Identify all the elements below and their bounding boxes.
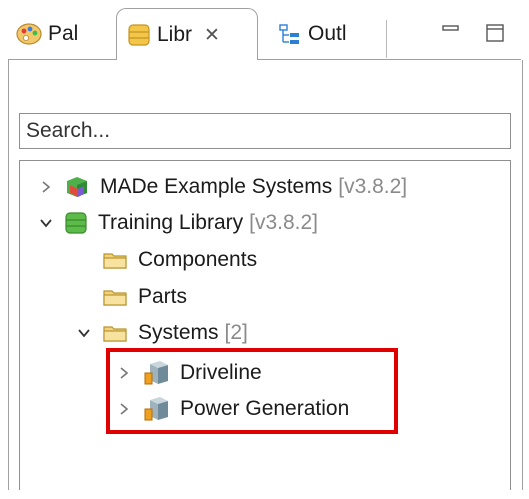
- tree-item-systems[interactable]: Systems [2]: [74, 316, 248, 350]
- tree-item-components[interactable]: Components: [102, 243, 257, 277]
- example-systems-icon: [64, 175, 90, 199]
- outline-icon: [278, 22, 302, 46]
- minimize-icon[interactable]: [440, 22, 462, 44]
- tab-palette[interactable]: Pal: [12, 8, 114, 60]
- chevron-right-icon[interactable]: [114, 399, 134, 419]
- tree-item-label: Components: [138, 248, 258, 271]
- chevron-down-icon[interactable]: [36, 213, 56, 233]
- tree-item-power-generation[interactable]: Power Generation: [114, 392, 349, 426]
- version-label: [v3.8.2]: [249, 211, 319, 234]
- palette-icon: [16, 22, 42, 46]
- view-tab-bar: Pal Libr ✕ Outl: [8, 8, 521, 61]
- library-icon: [127, 22, 151, 48]
- folder-icon: [102, 249, 128, 271]
- tree-item-parts[interactable]: Parts: [102, 280, 187, 314]
- tree-item-label: Power Generation: [180, 397, 350, 420]
- count-label: [2]: [224, 321, 248, 344]
- tree-item-made-example-systems[interactable]: MADe Example Systems [v3.8.2]: [36, 170, 407, 204]
- tab-outline[interactable]: Outl: [270, 8, 388, 60]
- system-cube-icon: [142, 360, 170, 386]
- tree-item-training-library[interactable]: Training Library [v3.8.2]: [36, 206, 318, 240]
- chevron-down-icon[interactable]: [74, 323, 94, 343]
- chevron-right-icon[interactable]: [36, 177, 56, 197]
- tab-palette-label: Pal: [48, 22, 79, 45]
- library-view: Pal Libr ✕ Outl Search... MADe Example S…: [0, 0, 529, 499]
- folder-icon: [102, 286, 128, 308]
- system-cube-icon: [142, 396, 170, 422]
- folder-icon: [102, 322, 128, 344]
- tree-item-label: MADe Example Systems: [100, 175, 333, 198]
- tab-separator: [386, 20, 387, 58]
- tree-item-label: Parts: [138, 285, 188, 308]
- version-label: [v3.8.2]: [338, 175, 408, 198]
- tree-item-driveline[interactable]: Driveline: [114, 356, 262, 390]
- tree-item-label: Driveline: [180, 361, 262, 384]
- tree-item-label: Training Library: [98, 211, 244, 234]
- tree-item-label: Systems: [138, 321, 219, 344]
- library-icon: [64, 210, 88, 236]
- tab-library[interactable]: Libr ✕: [116, 8, 258, 61]
- tab-library-label: Libr: [157, 23, 193, 46]
- maximize-icon[interactable]: [484, 22, 506, 44]
- search-input[interactable]: [19, 113, 511, 149]
- close-tab-icon[interactable]: ✕: [204, 24, 220, 47]
- tab-outline-label: Outl: [308, 22, 347, 45]
- chevron-right-icon[interactable]: [114, 363, 134, 383]
